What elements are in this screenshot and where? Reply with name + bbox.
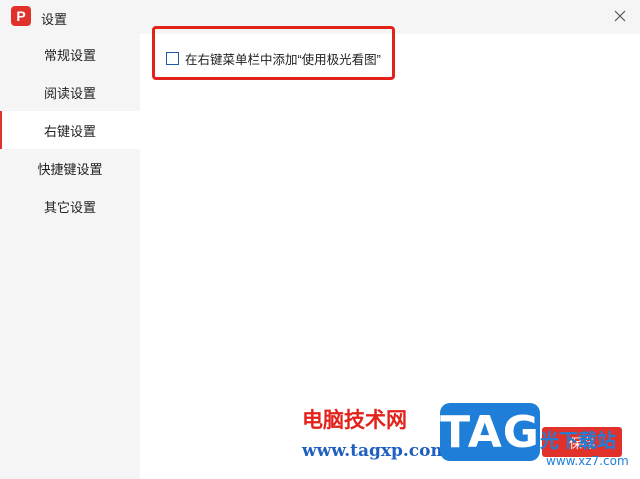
- settings-panel: 在右键菜单栏中添加“使用极光看图” 保存: [140, 26, 640, 479]
- sidebar: 常规设置 阅读设置 右键设置 快捷键设置 其它设置: [0, 34, 140, 479]
- option-label: 在右键菜单栏中添加“使用极光看图”: [185, 53, 381, 67]
- save-button[interactable]: 保存: [542, 427, 622, 457]
- app-logo-icon: P: [11, 6, 31, 26]
- sidebar-item-label: 阅读设置: [43, 85, 96, 101]
- sidebar-item-other[interactable]: 其它设置: [0, 187, 140, 225]
- sidebar-item-label: 常规设置: [43, 47, 96, 63]
- window-title: 设置: [41, 12, 68, 27]
- close-icon: [614, 10, 626, 22]
- sidebar-item-general[interactable]: 常规设置: [0, 35, 140, 73]
- sidebar-item-label: 右键设置: [43, 123, 96, 139]
- sidebar-item-shortcuts[interactable]: 快捷键设置: [0, 149, 140, 187]
- sidebar-item-label: 其它设置: [43, 199, 96, 215]
- sidebar-item-label: 快捷键设置: [37, 161, 103, 177]
- close-button[interactable]: [612, 8, 628, 24]
- sidebar-item-reading[interactable]: 阅读设置: [0, 73, 140, 111]
- context-menu-option[interactable]: 在右键菜单栏中添加“使用极光看图”: [166, 49, 381, 68]
- option-checkbox[interactable]: [166, 52, 179, 65]
- sidebar-item-context-menu[interactable]: 右键设置: [0, 111, 140, 149]
